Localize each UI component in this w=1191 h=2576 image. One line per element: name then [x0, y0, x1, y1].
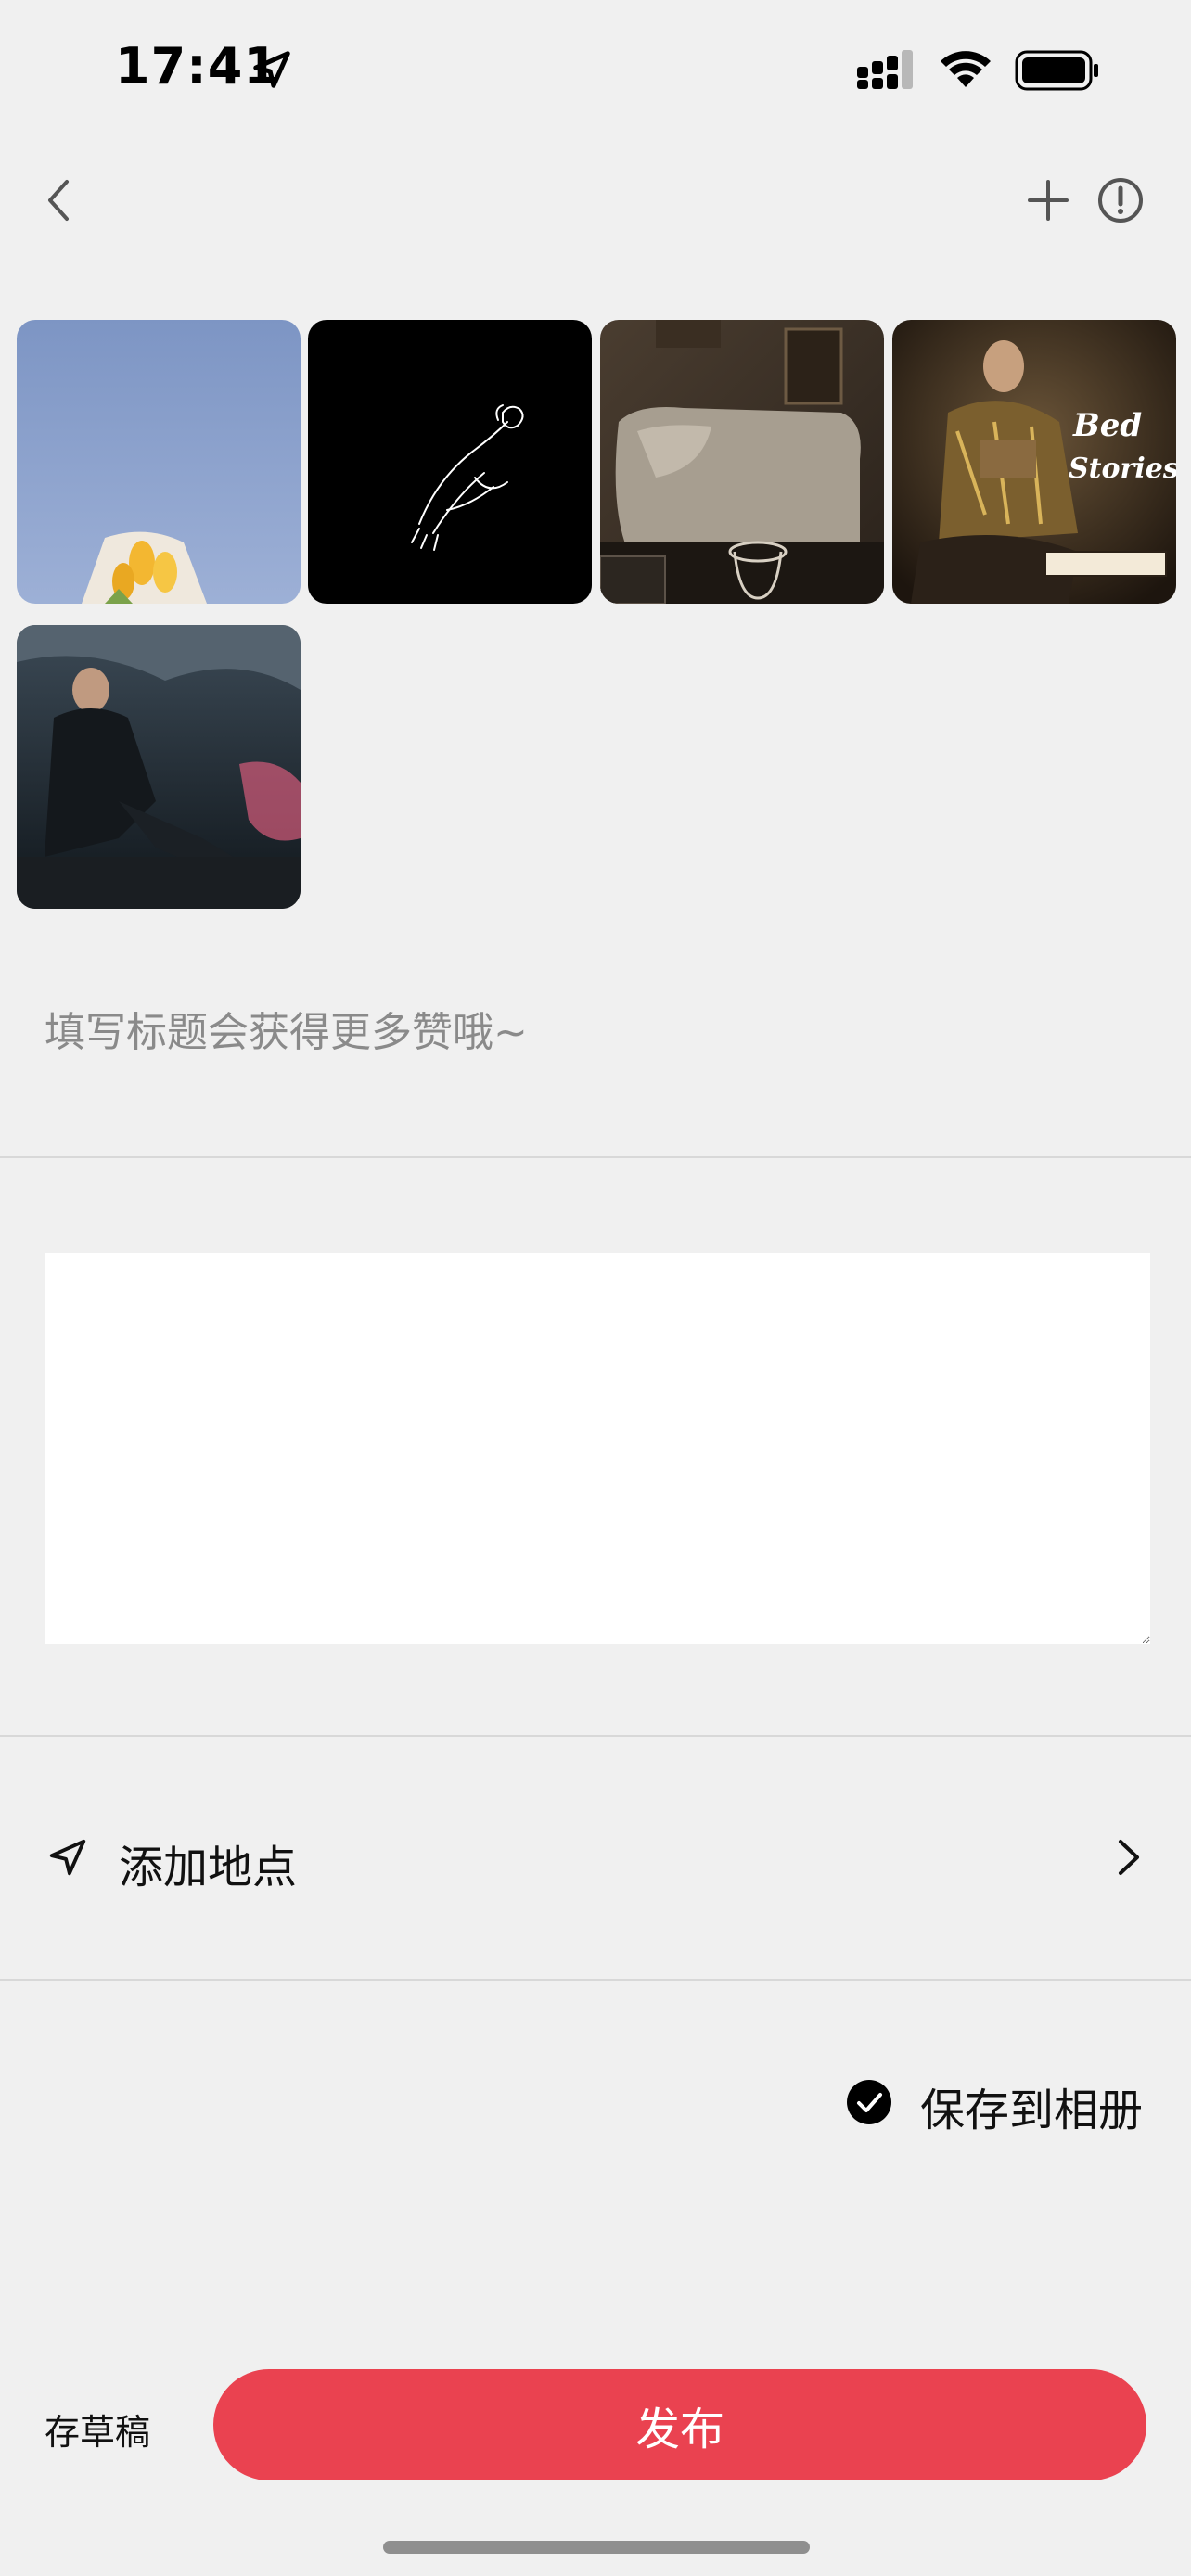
checkmark-circle-icon	[847, 2080, 891, 2124]
save-draft-button[interactable]: 存草稿	[45, 2404, 150, 2455]
add-location-label: 添加地点	[119, 1842, 298, 1894]
cellular-signal-icon	[857, 50, 913, 89]
home-indicator	[383, 2541, 810, 2554]
location-arrow-icon	[253, 51, 290, 88]
wifi-icon	[941, 51, 991, 87]
info-circle-icon[interactable]	[1096, 176, 1145, 224]
photo-cross-era-album[interactable]	[17, 625, 301, 909]
plus-icon[interactable]	[1026, 178, 1070, 223]
title-input[interactable]	[45, 1000, 1148, 1065]
publish-button[interactable]: 发布	[213, 2369, 1146, 2480]
save-to-album-label: 保存到相册	[920, 2085, 1144, 2136]
photo-tulips-blue-sky[interactable]	[17, 320, 301, 604]
photo-hands-flower-line-art[interactable]	[308, 320, 592, 604]
location-arrow-icon	[49, 1839, 86, 1876]
svg-text:Bed: Bed	[1072, 407, 1142, 444]
battery-icon	[1015, 50, 1098, 91]
body-text-area[interactable]	[45, 1253, 1150, 1644]
divider	[0, 1979, 1191, 1981]
chevron-right-icon	[1119, 1840, 1139, 1875]
save-to-album-toggle[interactable]: 保存到相册	[846, 2073, 1152, 2136]
photo-bedtime-stories-album[interactable]: Bed Stories	[892, 320, 1176, 604]
svg-text:Stories: Stories	[1069, 453, 1176, 485]
photo-cozy-living-room[interactable]	[600, 320, 884, 604]
status-bar: 17:41	[0, 0, 1191, 139]
back-chevron-icon[interactable]	[35, 172, 82, 228]
divider	[0, 1156, 1191, 1158]
